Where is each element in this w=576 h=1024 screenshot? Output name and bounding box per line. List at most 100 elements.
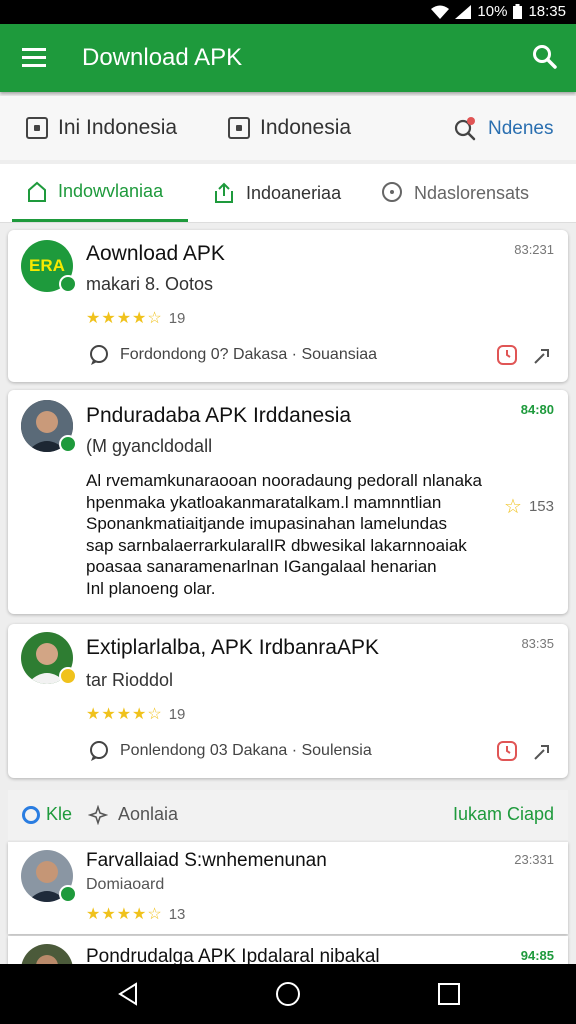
post-card[interactable]: ERA Aownload APK makari 8. Ootos 83:231 … bbox=[8, 230, 568, 382]
filter-indonesia[interactable]: Indonesia bbox=[228, 116, 351, 140]
rating-count: 19 bbox=[168, 705, 186, 723]
star-icon: ★ bbox=[101, 706, 116, 723]
post-author[interactable]: Extiplarlalba, APK IrdbanraAPK bbox=[86, 636, 379, 660]
post-body-line: Al rvemamkunaraooan nooradaung pedorall … bbox=[86, 471, 482, 490]
post-meta-text: Fordondong 0? Dakasa · Souansiaa bbox=[120, 346, 378, 363]
tab-label: Ndaslorensats bbox=[414, 182, 530, 203]
section-left[interactable]: Kle bbox=[22, 804, 72, 825]
post-author[interactable]: Farvallaiad S:wnhemenunan bbox=[86, 850, 327, 872]
section-right-link[interactable]: Iukam Ciapd bbox=[453, 804, 554, 825]
post-subtitle: tar Rioddol bbox=[86, 670, 174, 690]
post-time: 83:231 bbox=[514, 242, 554, 257]
filter-ini-indonesia[interactable]: Ini Indonesia bbox=[26, 116, 177, 140]
star-icon: ★ bbox=[116, 310, 132, 327]
alert-icon[interactable] bbox=[496, 740, 518, 762]
filter-label: Indonesia bbox=[260, 116, 352, 139]
search-icon[interactable] bbox=[532, 44, 558, 70]
rating-count: 153 bbox=[528, 498, 554, 515]
online-badge bbox=[59, 435, 77, 453]
checkbox-icon[interactable] bbox=[228, 117, 250, 139]
post-actions bbox=[496, 344, 554, 366]
star-icon: ★ bbox=[116, 906, 132, 923]
notification-search-icon bbox=[454, 117, 476, 141]
filter-ndenes[interactable]: Ndenes bbox=[452, 116, 554, 142]
star-outline-icon[interactable]: ☆ bbox=[504, 494, 522, 519]
online-badge bbox=[59, 275, 77, 293]
alert-icon[interactable] bbox=[496, 344, 518, 366]
post-body-line: hpenmaka ykatloakanmaratalkam.l mamnntli… bbox=[86, 492, 442, 512]
post-author[interactable]: Pnduradaba APK Irddanesia bbox=[86, 404, 351, 428]
star-icon: ★ bbox=[101, 310, 116, 327]
checkbox-icon[interactable] bbox=[26, 117, 48, 139]
post-body: Al rvemamkunaraooan nooradaung pedorall … bbox=[86, 470, 506, 599]
sparkle-icon bbox=[88, 804, 108, 825]
tab-ndaslorensats[interactable]: Ndaslorensats bbox=[380, 164, 529, 222]
wifi-icon bbox=[431, 5, 450, 19]
back-icon[interactable] bbox=[116, 982, 140, 1006]
post-card[interactable]: Farvallaiad S:wnhemenunan Domiaoard 23:3… bbox=[8, 842, 568, 934]
post-body-line: sap sarnbalaerrarkularalIR dbwesikal lak… bbox=[86, 535, 467, 555]
star-icon: ★ bbox=[101, 906, 116, 923]
rating-count: 13 bbox=[168, 905, 186, 923]
filter-label: Ini Indonesia bbox=[58, 116, 178, 139]
star-half-icon: ☆ bbox=[147, 310, 162, 327]
tab-label: Indoaneriaa bbox=[246, 182, 342, 203]
section-middle[interactable]: Aonlaia bbox=[88, 804, 178, 825]
post-actions bbox=[496, 740, 554, 762]
rating: ☆ 153 bbox=[504, 494, 554, 519]
clock: 18:35 bbox=[528, 3, 566, 20]
app-bar: Download APK bbox=[0, 24, 576, 92]
star-icon: ★ bbox=[132, 706, 147, 723]
post-time: 83:35 bbox=[521, 636, 554, 651]
star-icon: ★ bbox=[132, 906, 147, 923]
signal-icon bbox=[455, 4, 472, 19]
section-middle-label: Aonlaia bbox=[118, 804, 179, 824]
status-bar: 10% 18:35 bbox=[0, 0, 576, 24]
post-author[interactable]: Aownload APK bbox=[86, 242, 225, 266]
post-body-line: poasaa sanaramenarlnan IGangalaal henari… bbox=[86, 557, 437, 576]
rating-count: 19 bbox=[168, 309, 186, 327]
post-time: 84:80 bbox=[520, 402, 554, 417]
recents-icon[interactable] bbox=[437, 982, 461, 1006]
page-title: Download APK bbox=[82, 44, 243, 71]
star-half-icon: ☆ bbox=[147, 906, 162, 923]
rating: ★ ★ ★ ★ ☆ 13 bbox=[86, 904, 185, 924]
post-card[interactable]: Extiplarlalba, APK IrdbanraAPK tar Riodd… bbox=[8, 624, 568, 778]
navigation-bar bbox=[0, 964, 576, 1024]
comment-icon[interactable] bbox=[88, 344, 110, 366]
post-time: 94:85 bbox=[520, 948, 554, 963]
post-subtitle: Domiaoard bbox=[86, 876, 165, 893]
circle-icon bbox=[22, 805, 40, 824]
rating: ★ ★ ★ ★ ☆ 19 bbox=[86, 308, 185, 328]
tab-indoaneriaa[interactable]: Indoaneriaa bbox=[212, 164, 341, 222]
star-icon: ★ bbox=[132, 310, 147, 327]
share-icon[interactable] bbox=[532, 740, 554, 762]
rating: ★ ★ ★ ★ ☆ 19 bbox=[86, 704, 185, 724]
online-badge bbox=[59, 885, 77, 903]
tab-label: Indowvlaniaa bbox=[58, 181, 164, 201]
share-icon[interactable] bbox=[532, 344, 554, 366]
star-half-icon: ☆ bbox=[147, 706, 162, 723]
home-icon bbox=[28, 181, 46, 202]
status-badge bbox=[59, 667, 77, 685]
battery-icon bbox=[513, 4, 523, 19]
post-card[interactable]: Pnduradaba APK Irddanesia (M gyancldodal… bbox=[8, 390, 568, 614]
battery-percent: 10% bbox=[477, 3, 508, 20]
menu-icon[interactable] bbox=[22, 48, 46, 72]
post-time: 23:331 bbox=[514, 852, 554, 867]
comment-icon[interactable] bbox=[88, 740, 110, 762]
post-subtitle: makari 8. Ootos bbox=[86, 274, 214, 294]
star-icon: ★ bbox=[86, 906, 101, 923]
tab-indowvlaniaa[interactable]: Indowvlaniaa bbox=[12, 164, 188, 222]
post-body-line: Inl planoeng olar. bbox=[86, 578, 216, 598]
home-nav-icon[interactable] bbox=[275, 981, 301, 1007]
logo-text: ERA bbox=[29, 256, 65, 275]
chat-bubble-icon bbox=[382, 182, 402, 202]
post-body-line: Sponankmatiaitjande imupasinahan lamelun… bbox=[86, 514, 448, 533]
filter-label: Ndenes bbox=[488, 118, 554, 139]
section-header: Kle Aonlaia Iukam Ciapd bbox=[8, 790, 568, 840]
star-icon: ★ bbox=[86, 310, 101, 327]
post-meta: Fordondong 0? Dakasa · Souansiaa bbox=[88, 344, 377, 366]
section-left-label: Kle bbox=[46, 804, 73, 824]
tab-bar: Indowvlaniaa Indoaneriaa Ndaslorensats bbox=[0, 164, 576, 223]
